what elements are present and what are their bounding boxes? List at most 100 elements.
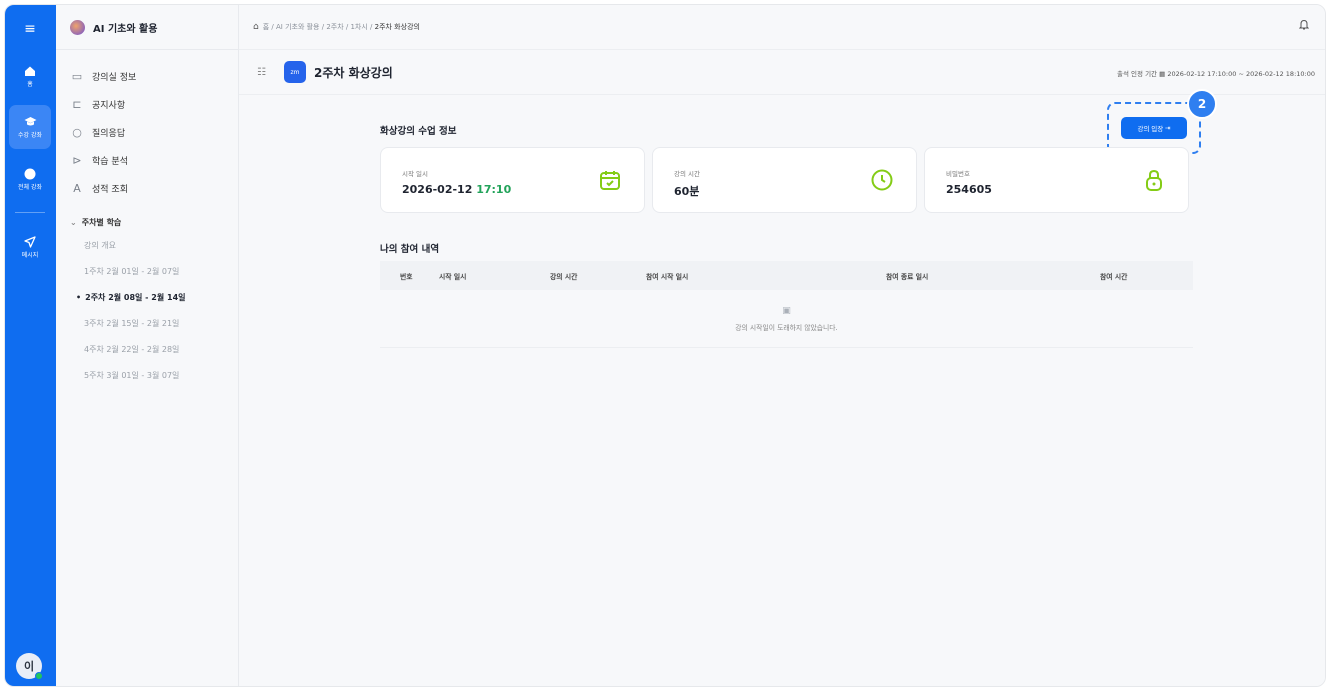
column-header: 시작 일시 bbox=[439, 272, 467, 281]
week-item-4[interactable]: 4주차 2월 22일 - 2월 28일 bbox=[70, 336, 238, 362]
home-icon[interactable]: ⌂ bbox=[253, 22, 259, 32]
period-label: 출석 인정 기간 bbox=[1117, 70, 1158, 78]
week-item-3[interactable]: 3주차 2월 15일 - 2월 21일 bbox=[70, 310, 238, 336]
card-value: 254605 bbox=[946, 183, 992, 196]
chevron-down-icon: ⌄ bbox=[70, 217, 77, 227]
week-item-overview[interactable]: 강의 개요 bbox=[70, 232, 238, 258]
password-card: 비밀번호 254605 bbox=[924, 147, 1189, 213]
rail-item-all-courses[interactable]: 전체 강좌 bbox=[9, 159, 51, 199]
active-bullet-icon: • bbox=[76, 292, 82, 302]
zoom-badge: zm bbox=[283, 61, 306, 83]
nav-item-grades[interactable]: A 성적 조회 bbox=[70, 174, 238, 202]
empty-message: 강의 시작일이 도래하지 않았습니다. bbox=[735, 323, 838, 332]
home-icon bbox=[25, 66, 35, 76]
nav-item-learning-analysis[interactable]: ⊳ 학습 분석 bbox=[70, 146, 238, 174]
enter-lecture-button[interactable]: 강의 입장 ⇥ bbox=[1121, 117, 1187, 139]
week-item-label: 1주차 2월 01일 - 2월 07일 bbox=[84, 266, 180, 276]
rail-item-label: 메시지 bbox=[21, 251, 39, 259]
rail-item-label: 홈 bbox=[27, 80, 33, 88]
weekly-heading: 주차별 학습 bbox=[81, 217, 122, 227]
lock-icon bbox=[1146, 169, 1162, 191]
card-value: 60분 bbox=[674, 185, 700, 198]
start-time-card: 시작 일시 2026-02-12 17:10 bbox=[380, 147, 645, 213]
bell-icon[interactable] bbox=[1298, 19, 1310, 33]
nav-item-qna[interactable]: ○ 질의응답 bbox=[70, 118, 238, 146]
enter-button-label: 강의 입장 bbox=[1137, 126, 1164, 133]
column-header: 참여 시작 일시 bbox=[646, 272, 689, 281]
weekly-learning-toggle[interactable]: ⌄ 주차별 학습 bbox=[70, 212, 238, 232]
breadcrumb-current: 2주차 화상강의 bbox=[374, 23, 420, 31]
duration-card: 강의 시간 60분 bbox=[652, 147, 917, 213]
nav-item-label: 성적 조회 bbox=[92, 184, 128, 195]
breadcrumb-item[interactable]: 홈 bbox=[263, 22, 269, 32]
course-title: AI 기초와 활용 bbox=[93, 23, 158, 35]
course-nav: ▭ 강의실 정보 ⊏ 공지사항 ○ 질의응답 ⊳ 학습 분석 A 성적 조회 ⌄ bbox=[56, 50, 238, 388]
nav-item-label: 학습 분석 bbox=[92, 156, 128, 167]
rail-item-label: 수강 강좌 bbox=[18, 131, 42, 139]
clock-icon bbox=[871, 169, 893, 191]
start-date: 2026-02-12 bbox=[402, 183, 473, 196]
rail-item-my-courses[interactable]: 수강 강좌 bbox=[9, 105, 51, 149]
table-empty-state: ▣ 강의 시작일이 도래하지 않았습니다. bbox=[380, 290, 1193, 348]
start-time: 17:10 bbox=[476, 183, 512, 196]
course-sidebar: AI 기초와 활용 ▭ 강의실 정보 ⊏ 공지사항 ○ 질의응답 ⊳ 학습 분석… bbox=[56, 5, 239, 686]
empty-box-icon: ▣ bbox=[782, 305, 791, 316]
period-value: 2026-02-12 17:10:00 ~ 2026-02-12 18:10:0… bbox=[1167, 70, 1315, 78]
menu-icon[interactable]: ≡ bbox=[9, 17, 51, 41]
breadcrumb-item[interactable]: 2주차 bbox=[326, 22, 343, 32]
rail-item-label: 전체 강좌 bbox=[18, 183, 42, 191]
week-item-label: 3주차 2월 15일 - 2월 21일 bbox=[84, 318, 180, 328]
online-status-icon bbox=[35, 672, 43, 680]
breadcrumb-item[interactable]: 1차시 bbox=[350, 22, 367, 32]
page-title: 2주차 화상강의 bbox=[313, 65, 393, 80]
step-badge: 2 bbox=[1187, 89, 1217, 119]
column-header: 번호 bbox=[400, 272, 413, 281]
main-content: ⌂ 홈 / AI 기초와 활용 / 2주차 / 1차시 / 2주차 화상강의 ☷… bbox=[239, 5, 1325, 686]
nav-item-label: 강의실 정보 bbox=[92, 72, 137, 83]
calendar-icon: ▦ bbox=[1159, 70, 1166, 78]
course-logo-icon bbox=[70, 19, 85, 35]
week-item-2[interactable]: • 2주차 2월 08일 - 2월 14일 bbox=[70, 284, 238, 310]
nav-item-course-info[interactable]: ▭ 강의실 정보 bbox=[70, 62, 238, 90]
card-value: 2026-02-12 17:10 bbox=[402, 183, 511, 196]
week-item-label: 5주차 3월 01일 - 3월 07일 bbox=[84, 370, 180, 380]
chart-icon: ⊳ bbox=[72, 153, 82, 167]
week-item-1[interactable]: 1주차 2월 01일 - 2월 07일 bbox=[70, 258, 238, 284]
rail-item-messages[interactable]: 메시지 bbox=[9, 227, 51, 267]
card-label: 비밀번호 bbox=[946, 170, 970, 178]
nav-item-label: 공지사항 bbox=[92, 100, 126, 111]
megaphone-icon: ⊏ bbox=[72, 97, 82, 111]
enter-icon: ⇥ bbox=[1165, 125, 1171, 132]
rail-divider bbox=[15, 212, 45, 213]
breadcrumb: ⌂ 홈 / AI 기초와 활용 / 2주차 / 1차시 / 2주차 화상강의 bbox=[239, 5, 1325, 50]
calendar-check-icon bbox=[600, 171, 620, 190]
week-item-label: 강의 개요 bbox=[84, 240, 116, 250]
class-info-title: 화상강의 수업 정보 bbox=[380, 126, 457, 137]
attendance-period: 출석 인정 기간 ▦ 2026-02-12 17:10:00 ~ 2026-02… bbox=[1117, 68, 1315, 78]
participation-table: 번호 시작 일시 강의 시간 참여 시작 일시 참여 종료 일시 참여 시간 ▣… bbox=[380, 261, 1193, 348]
column-header: 참여 종료 일시 bbox=[886, 272, 929, 281]
avatar-initial: 이 bbox=[23, 660, 35, 673]
list-icon[interactable]: ☷ bbox=[257, 67, 266, 78]
table-header: 번호 시작 일시 강의 시간 참여 시작 일시 참여 종료 일시 참여 시간 bbox=[380, 261, 1193, 290]
page-header: ☷ zm 2주차 화상강의 출석 인정 기간 ▦ 2026-02-12 17:1… bbox=[239, 50, 1325, 95]
column-header: 참여 시간 bbox=[1100, 272, 1128, 281]
column-header: 강의 시간 bbox=[550, 272, 578, 281]
card-label: 강의 시간 bbox=[674, 170, 700, 178]
user-avatar[interactable]: 이 bbox=[16, 653, 43, 680]
nav-item-label: 질의응답 bbox=[92, 128, 126, 139]
nav-item-notices[interactable]: ⊏ 공지사항 bbox=[70, 90, 238, 118]
course-header[interactable]: AI 기초와 활용 bbox=[56, 5, 238, 50]
breadcrumb-item[interactable]: AI 기초와 활용 bbox=[276, 22, 320, 32]
week-item-label: 2주차 2월 08일 - 2월 14일 bbox=[85, 292, 186, 302]
grade-icon: A bbox=[73, 181, 81, 195]
rail-item-home[interactable]: 홈 bbox=[9, 59, 51, 93]
send-icon bbox=[24, 235, 36, 248]
icon-rail: ≡ 홈 수강 강좌 전체 강좌 메시지 이 bbox=[5, 5, 56, 686]
chat-icon: ○ bbox=[72, 125, 82, 139]
graduation-cap-icon bbox=[24, 116, 36, 125]
card-label: 시작 일시 bbox=[402, 170, 428, 178]
compass-icon bbox=[24, 168, 36, 179]
week-item-5[interactable]: 5주차 3월 01일 - 3월 07일 bbox=[70, 362, 238, 388]
week-item-label: 4주차 2월 22일 - 2월 28일 bbox=[84, 344, 180, 354]
